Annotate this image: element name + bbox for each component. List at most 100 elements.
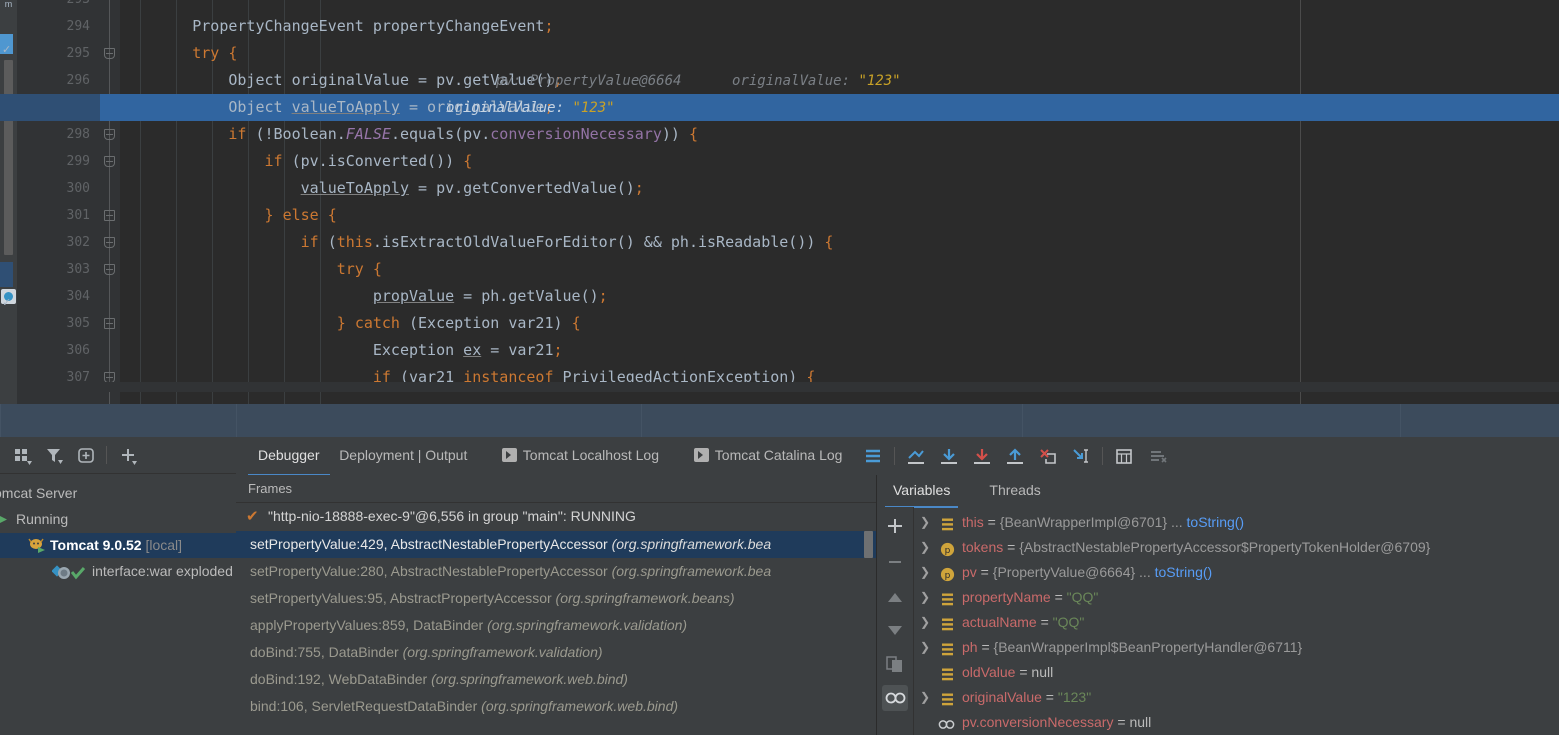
frame-row[interactable]: applyPropertyValues:859, DataBinder (org…: [236, 612, 876, 639]
gutter-line-number[interactable]: 299: [67, 148, 90, 175]
chevron-right-icon[interactable]: ❯: [920, 535, 934, 560]
frame-row[interactable]: bind:106, ServletRequestDataBinder (org.…: [236, 693, 876, 720]
gutter-line-number[interactable]: 294: [67, 13, 90, 40]
frames-panel[interactable]: Frames ✔ "http-nio-18888-exec-9"@6,556 i…: [236, 475, 877, 735]
variable-row[interactable]: ❯this = {BeanWrapperImpl@6701} ... toStr…: [914, 510, 1559, 535]
frames-controls[interactable]: [736, 503, 876, 530]
variables-list[interactable]: ❯this = {BeanWrapperImpl@6701} ... toStr…: [914, 507, 1559, 735]
gutter-line-number[interactable]: 296: [67, 67, 90, 94]
code-line[interactable]: PropertyChangeEvent propertyChangeEvent;: [120, 13, 1559, 40]
code-line[interactable]: valueToApply = pv.getConvertedValue();: [120, 175, 1559, 202]
frame-row[interactable]: doBind:192, WebDataBinder (org.springfra…: [236, 666, 876, 693]
variable-row[interactable]: ❯originalValue = "123": [914, 685, 1559, 710]
variable-row[interactable]: ❯ptokens = {AbstractNestablePropertyAcce…: [914, 535, 1559, 560]
step-over-icon[interactable]: [937, 445, 961, 467]
variable-row[interactable]: ❯ph = {BeanWrapperImpl$BeanPropertyHandl…: [914, 635, 1559, 660]
gutter-line-number[interactable]: 307: [67, 364, 90, 391]
variable-row[interactable]: ❯ppv = {PropertyValue@6664} ... toString…: [914, 560, 1559, 585]
code-fold-marker[interactable]: [104, 156, 115, 167]
variables-panel[interactable]: Variables Threads: [877, 475, 1559, 735]
copy-icon[interactable]: [882, 651, 908, 677]
gutter-line-number[interactable]: 304: [67, 283, 90, 310]
move-up-icon[interactable]: [882, 585, 908, 611]
variable-row[interactable]: pv.conversionNecessary = null: [914, 710, 1559, 735]
variables-tab-threads[interactable]: Threads: [981, 475, 1048, 506]
code-line[interactable]: if (!Boolean.FALSE.equals(pv.conversionN…: [120, 121, 1559, 148]
code-text-area[interactable]: PropertyChangeEvent propertyChangeEvent;…: [120, 0, 1559, 404]
left-tool-stripe[interactable]: ✓ ✓ m: [0, 0, 18, 404]
variable-row[interactable]: ❯propertyName = "QQ": [914, 585, 1559, 610]
code-line[interactable]: if (pv.isConverted()) {: [120, 148, 1559, 175]
gutter-line-number[interactable]: 306: [67, 337, 90, 364]
editor-gutter[interactable]: 2932942952962972982993003013023033043053…: [17, 0, 100, 404]
chevron-right-icon[interactable]: ❯: [920, 635, 934, 660]
layout-icon[interactable]: [861, 445, 885, 467]
add-icon[interactable]: [118, 446, 140, 466]
run-to-cursor-icon[interactable]: [1069, 445, 1093, 467]
frame-row[interactable]: setPropertyValue:429, AbstractNestablePr…: [236, 531, 876, 558]
code-editor[interactable]: ✓ ✓ m 2932942952962972982993003013023033…: [0, 0, 1559, 404]
chevron-right-icon[interactable]: ❯: [920, 610, 934, 635]
gutter-line-number[interactable]: 298: [67, 121, 90, 148]
step-out-icon[interactable]: [1003, 445, 1027, 467]
chevron-right-icon[interactable]: ❯: [920, 685, 934, 710]
variables-toolbar[interactable]: [877, 507, 914, 735]
evaluate-expression-icon[interactable]: [1112, 445, 1136, 467]
tab-tomcat-catalina-log[interactable]: Tomcat Catalina Log: [684, 437, 853, 474]
filter-icon[interactable]: [44, 446, 66, 466]
code-line[interactable]: } else {: [120, 202, 1559, 229]
editor-vertical-scrollbar[interactable]: [4, 60, 13, 255]
code-line[interactable]: try {: [120, 256, 1559, 283]
frame-row[interactable]: doBind:755, DataBinder (org.springframew…: [236, 639, 876, 666]
watches-icon[interactable]: [882, 685, 908, 711]
chevron-right-icon[interactable]: ❯: [920, 510, 934, 535]
gutter-line-number[interactable]: 293: [67, 0, 90, 13]
group-by-icon[interactable]: [12, 446, 34, 466]
code-fold-marker[interactable]: [104, 237, 115, 248]
gutter-line-number[interactable]: 302: [67, 229, 90, 256]
code-line[interactable]: propValue = ph.getValue();: [120, 283, 1559, 310]
drop-frame-icon[interactable]: [1036, 445, 1060, 467]
variables-tab-bar[interactable]: Variables Threads: [877, 475, 1559, 507]
move-down-icon[interactable]: [882, 617, 908, 643]
gutter-line-number[interactable]: 300: [67, 175, 90, 202]
tree-row-artifact[interactable]: interface:war exploded: [0, 559, 236, 584]
tab-debugger[interactable]: Debugger: [248, 437, 330, 476]
remove-watch-icon[interactable]: [882, 549, 908, 575]
editor-fold-column[interactable]: [100, 0, 120, 404]
show-execution-point-icon[interactable]: [904, 445, 928, 467]
frame-row[interactable]: setPropertyValues:95, AbstractPropertyAc…: [236, 585, 876, 612]
gutter-line-number[interactable]: 301: [67, 202, 90, 229]
code-fold-marker[interactable]: [104, 48, 115, 59]
frames-scrollbar-thumb[interactable]: [864, 531, 873, 558]
gutter-line-number[interactable]: 305: [67, 310, 90, 337]
variable-row[interactable]: oldValue = null: [914, 660, 1559, 685]
tab-deployment-output[interactable]: Deployment | Output: [329, 437, 477, 474]
variables-tab-variables[interactable]: Variables: [885, 475, 958, 508]
gutter-line-number[interactable]: 295: [67, 40, 90, 67]
tree-row-tomcat[interactable]: Tomcat 9.0.52 [local]: [0, 533, 236, 558]
debugger-tab-bar[interactable]: DebuggerDeployment | Output Tomcat Localh…: [236, 437, 1559, 476]
code-line[interactable]: } catch (Exception var21) {: [120, 310, 1559, 337]
variable-row[interactable]: ❯actualName = "QQ": [914, 610, 1559, 635]
code-fold-marker[interactable]: [104, 210, 115, 221]
code-fold-marker[interactable]: [104, 264, 115, 275]
code-fold-marker[interactable]: [104, 129, 115, 140]
services-tree[interactable]: omcat Server Running Tomcat 9.0.52 [loca…: [0, 473, 236, 735]
chevron-right-icon[interactable]: ❯: [920, 585, 934, 610]
code-line[interactable]: try {: [120, 40, 1559, 67]
add-watch-icon[interactable]: [882, 513, 908, 539]
tab-tomcat-localhost-log[interactable]: Tomcat Localhost Log: [492, 437, 669, 474]
tree-row-server-root[interactable]: omcat Server: [0, 481, 236, 506]
frame-row[interactable]: setPropertyValue:280, AbstractNestablePr…: [236, 558, 876, 585]
code-fold-marker[interactable]: [104, 318, 115, 329]
services-panel[interactable]: omcat Server Running Tomcat 9.0.52 [loca…: [0, 437, 237, 735]
code-line[interactable]: Exception ex = var21;: [120, 337, 1559, 364]
chevron-right-icon[interactable]: ❯: [920, 560, 934, 585]
mute-breakpoints-icon[interactable]: [1145, 445, 1169, 467]
services-toolbar[interactable]: [0, 437, 236, 474]
editor-horizontal-scrollbar-track[interactable]: [100, 382, 1559, 392]
add-tab-icon[interactable]: [76, 446, 98, 466]
step-into-icon[interactable]: [970, 445, 994, 467]
tree-row-running[interactable]: Running: [0, 507, 236, 532]
